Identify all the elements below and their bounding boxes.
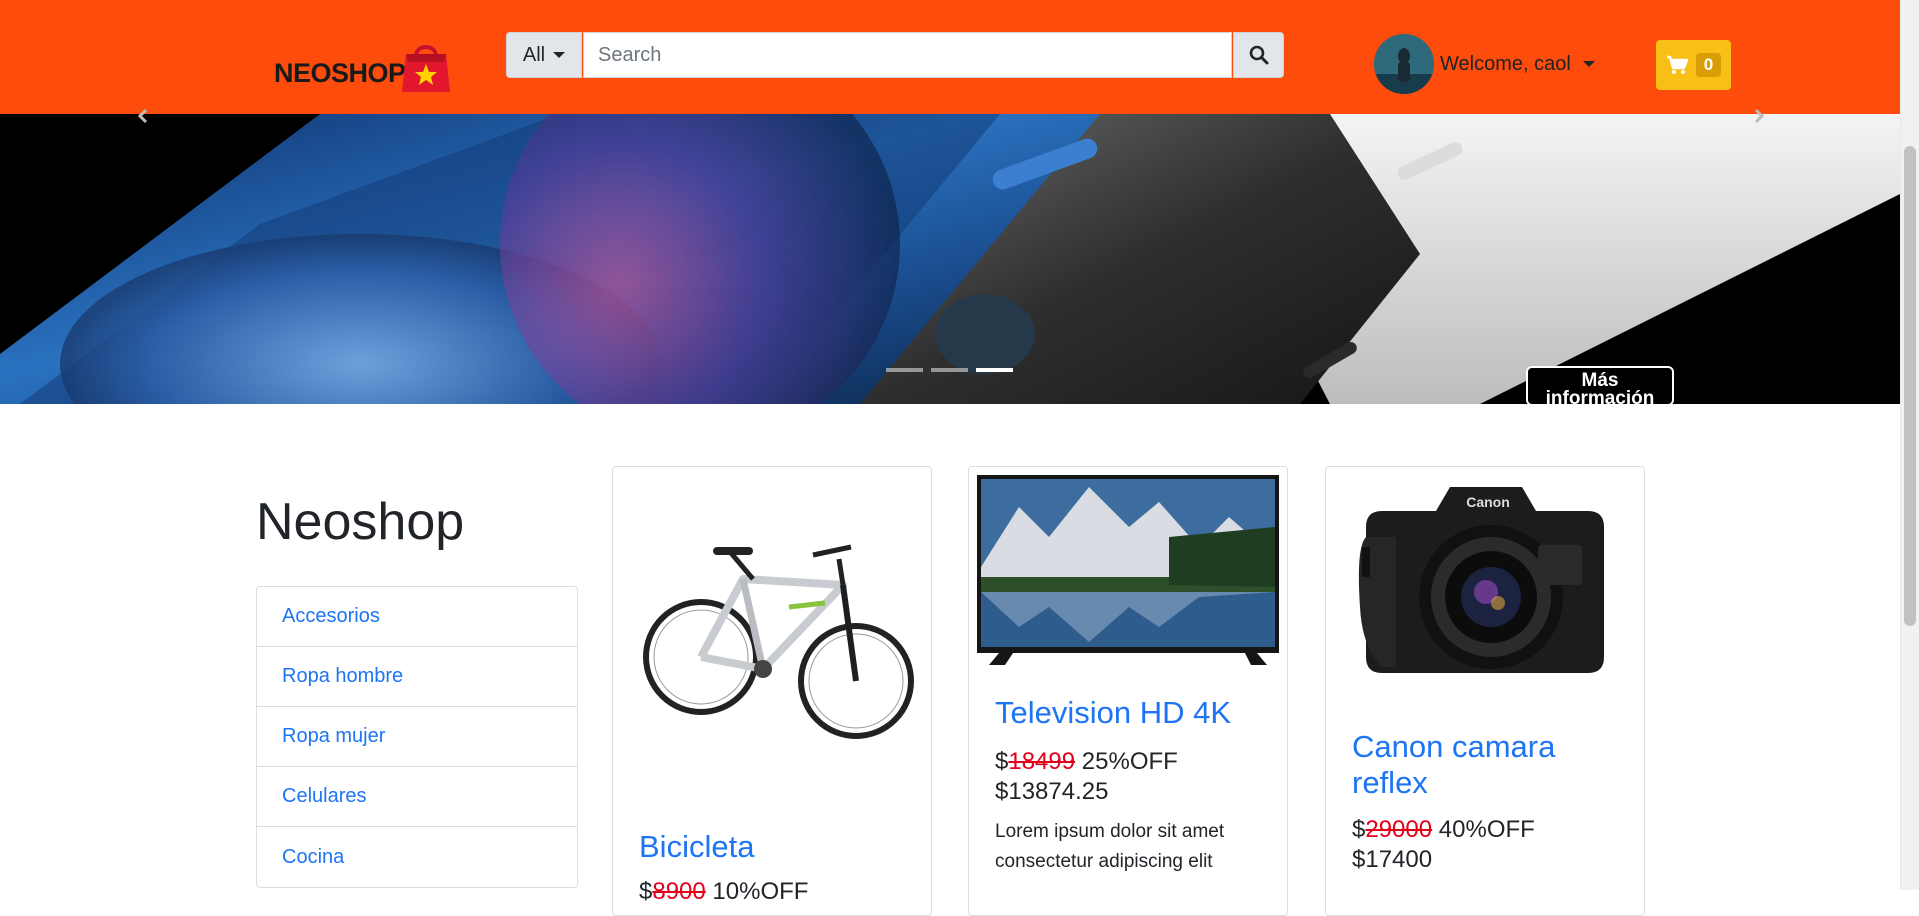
category-item-ropa-mujer[interactable]: Ropa mujer (257, 707, 577, 767)
more-info-button[interactable]: Más información (1526, 366, 1674, 404)
avatar (1374, 34, 1434, 94)
discount-label: 10%OFF (712, 878, 809, 905)
carousel-indicator-active[interactable] (976, 368, 1013, 372)
cart-button[interactable]: 0 (1656, 40, 1731, 90)
carousel-indicators (886, 368, 1013, 372)
hero-carousel: Más información (0, 114, 1900, 404)
currency-symbol: $ (639, 878, 653, 905)
avatar-image (1374, 34, 1434, 94)
page-title: Neoshop (256, 493, 465, 551)
new-price: $17400 (1352, 846, 1433, 873)
shopping-bag-icon (402, 45, 450, 92)
old-price: 29000 (1365, 816, 1433, 843)
carousel-prev-button[interactable] (126, 106, 166, 126)
search-icon (1249, 45, 1268, 65)
category-list: Accesorios Ropa hombre Ropa mujer Celula… (256, 586, 578, 888)
product-title[interactable]: Canon camara reflex (1352, 729, 1622, 801)
product-price: $18499 25%OFF (995, 747, 1178, 777)
category-item-celulares[interactable]: Celulares (257, 767, 577, 827)
category-dropdown-label: All (522, 43, 546, 66)
television-image[interactable] (969, 467, 1287, 677)
camera-brand-mark: Canon (1466, 494, 1510, 510)
product-price: $8900 10%OFF (639, 877, 808, 907)
old-price: 8900 (652, 878, 706, 905)
cart-count-badge: 0 (1695, 53, 1722, 77)
product-card: Canon Canon camara reflex $29000 40%OFF … (1325, 466, 1645, 916)
caret-down-icon (1582, 61, 1595, 67)
carousel-indicator[interactable] (931, 368, 968, 372)
category-dropdown[interactable]: All (506, 32, 582, 78)
discount-label: 40%OFF (1438, 816, 1535, 843)
logo-text: NEOSHOP (274, 58, 406, 88)
chevron-right-icon (1754, 108, 1765, 124)
carousel-next-button[interactable] (1736, 106, 1776, 126)
welcome-text: Welcome, caol (1440, 52, 1571, 75)
currency-symbol: $ (995, 748, 1009, 775)
discount-label: 25%OFF (1081, 748, 1178, 775)
product-card: Bicicleta $8900 10%OFF (612, 466, 932, 916)
product-title[interactable]: Bicicleta (639, 829, 909, 865)
camera-image[interactable]: Canon (1326, 467, 1644, 707)
new-price: $13874.25 (995, 778, 1109, 805)
user-menu[interactable]: Welcome, caol (1374, 34, 1604, 94)
product-description: Lorem ipsum dolor sit amet consectetur a… (995, 821, 1225, 872)
product-price: $29000 40%OFF (1352, 815, 1535, 845)
chevron-left-icon (137, 108, 148, 124)
product-title[interactable]: Television HD 4K (995, 695, 1265, 731)
page-scrollbar[interactable] (1900, 0, 1919, 890)
caret-down-icon (553, 52, 566, 58)
product-card: Television HD 4K $18499 25%OFF $13874.25… (968, 466, 1288, 916)
neoshop-logo[interactable]: NEOSHOP (272, 38, 452, 94)
currency-symbol: $ (1352, 816, 1366, 843)
scrollbar-thumb[interactable] (1904, 146, 1916, 626)
hero-banner-image (0, 114, 1900, 404)
category-item-cocina[interactable]: Cocina (257, 827, 577, 887)
bicycle-image[interactable] (613, 467, 931, 807)
top-navbar: NEOSHOP All We (0, 0, 1900, 114)
search-bar: All (506, 32, 1284, 78)
cart-icon (1666, 55, 1688, 74)
category-item-ropa-hombre[interactable]: Ropa hombre (257, 647, 577, 707)
old-price: 18499 (1008, 748, 1076, 775)
search-input[interactable] (583, 32, 1232, 78)
search-button[interactable] (1233, 32, 1284, 78)
category-item-accesorios[interactable]: Accesorios (257, 587, 577, 647)
carousel-indicator[interactable] (886, 368, 923, 372)
